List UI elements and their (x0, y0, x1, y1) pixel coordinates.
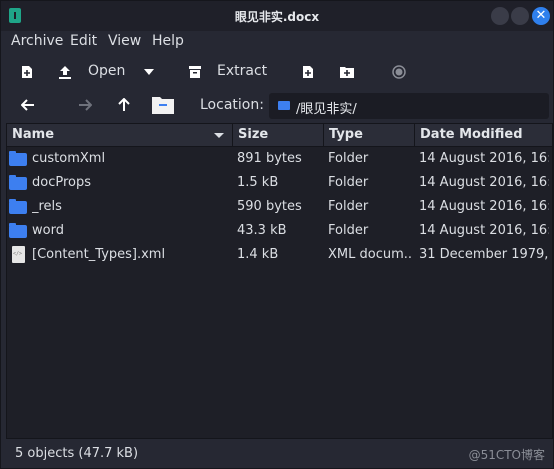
file-size: 1.5 kB (237, 175, 279, 190)
file-size: 590 bytes (237, 199, 302, 214)
file-type: Folder (328, 151, 369, 166)
column-type-label: Type (329, 127, 363, 142)
table-header: Name Size Type Date Modified (7, 124, 552, 147)
location-path[interactable]: /眼见非实/ (296, 98, 357, 117)
minimize-button[interactable] (491, 7, 509, 25)
folder-icon (278, 101, 290, 110)
column-date-label: Date Modified (420, 127, 523, 142)
sort-down-icon (214, 133, 224, 138)
file-name: [Content_Types].xml (32, 247, 166, 262)
file-date: 14 August 2016, 16:... (419, 175, 549, 190)
toolbar: Open Extract (1, 55, 553, 89)
menu-archive[interactable]: Archive (11, 33, 63, 49)
location-field[interactable]: /眼见非实/ (269, 93, 549, 119)
extract-label[interactable]: Extract (217, 63, 267, 79)
menu-view[interactable]: View (108, 33, 141, 49)
table-row[interactable]: word 43.3 kB Folder 14 August 2016, 16:.… (7, 219, 552, 243)
file-name: docProps (32, 175, 92, 190)
column-name-label: Name (12, 127, 55, 142)
watermark: @51CTO博客 (468, 448, 545, 462)
window-title: 眼见非实.docx (234, 10, 320, 24)
maximize-button[interactable] (511, 7, 529, 25)
table-row[interactable]: customXml 891 bytes Folder 14 August 201… (7, 147, 552, 171)
title-bar: 眼见非实.docx ✕ (1, 1, 553, 31)
status-bar: 5 objects (47.7 kB) @51CTO博客 (1, 441, 553, 468)
table-row[interactable]: [Content_Types].xml 1.4 kB XML docum... … (7, 243, 552, 267)
home-folder-icon (152, 97, 174, 114)
add-files-button[interactable] (299, 63, 317, 81)
file-name: word (32, 223, 64, 238)
file-type: Folder (328, 223, 369, 238)
folder-icon (9, 199, 27, 214)
file-type: Folder (328, 199, 369, 214)
file-name: customXml (32, 151, 106, 166)
column-date-modified[interactable]: Date Modified (415, 124, 552, 146)
menu-bar: Archive Edit View Help (1, 31, 553, 53)
open-button[interactable] (56, 63, 74, 81)
column-size[interactable]: Size (233, 124, 324, 146)
menu-help[interactable]: Help (152, 33, 184, 49)
file-size: 43.3 kB (237, 223, 287, 238)
folder-icon (9, 175, 27, 190)
file-size: 891 bytes (237, 151, 302, 166)
file-date: 14 August 2016, 16:... (419, 223, 549, 238)
location-bar: Location: /眼见非实/ (1, 91, 553, 121)
location-label: Location: (200, 97, 264, 113)
archive-manager-window: 眼见非实.docx ✕ Archive Edit View Help Open (0, 0, 554, 469)
caret-down-icon (144, 69, 154, 75)
file-type: Folder (328, 175, 369, 190)
up-button[interactable] (115, 96, 133, 114)
column-size-label: Size (238, 127, 269, 142)
home-button[interactable] (152, 95, 174, 115)
table-row[interactable]: docProps 1.5 kB Folder 14 August 2016, 1… (7, 171, 552, 195)
file-date: 31 December 1979,... (419, 247, 549, 262)
arrow-up-icon (118, 98, 130, 111)
menu-edit[interactable]: Edit (70, 33, 97, 49)
new-archive-button[interactable] (18, 63, 36, 81)
close-button[interactable]: ✕ (532, 7, 550, 25)
stop-button[interactable] (390, 63, 408, 81)
add-file-icon (303, 66, 313, 78)
folder-icon (9, 151, 27, 166)
file-date: 14 August 2016, 16:... (419, 199, 549, 214)
open-label[interactable]: Open (88, 63, 125, 79)
upload-icon (59, 66, 71, 79)
stop-icon (392, 65, 406, 79)
arrow-right-icon (79, 99, 92, 111)
folder-icon (9, 223, 27, 238)
file-name: _rels (32, 199, 62, 214)
arrow-left-icon (21, 99, 34, 111)
close-icon: ✕ (535, 8, 547, 23)
column-type[interactable]: Type (324, 124, 415, 146)
file-type: XML docum... (328, 247, 413, 262)
back-button[interactable] (19, 96, 37, 114)
file-date: 14 August 2016, 16:... (419, 151, 549, 166)
add-folder-button[interactable] (338, 63, 356, 81)
add-folder-icon (340, 67, 354, 78)
new-file-icon (22, 66, 32, 78)
open-dropdown-button[interactable] (140, 63, 158, 81)
table-row[interactable]: _rels 590 bytes Folder 14 August 2016, 1… (7, 195, 552, 219)
extract-icon (189, 66, 201, 78)
xml-file-icon (12, 246, 25, 263)
file-list: Name Size Type Date Modified customXml 8… (6, 123, 553, 439)
file-size: 1.4 kB (237, 247, 279, 262)
column-name[interactable]: Name (7, 124, 233, 146)
status-text: 5 objects (47.7 kB) (15, 446, 139, 461)
extract-button[interactable] (186, 63, 204, 81)
forward-button[interactable] (76, 96, 94, 114)
